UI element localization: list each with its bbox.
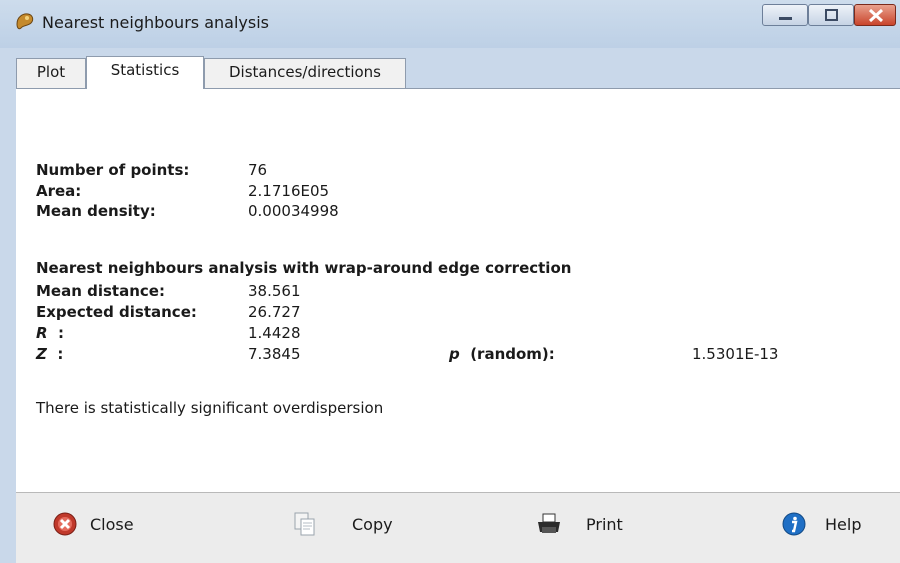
statistics-panel: Number of points: 76 Area: 2.1716E05 Mea… [16,88,900,492]
close-icon [868,8,884,23]
close-x-icon [53,512,77,536]
window-title: Nearest neighbours analysis [42,13,269,32]
print-button-label: Print [586,515,623,534]
copy-icon [294,512,315,536]
stat-label: R : [36,324,64,342]
stat-label: Mean distance: [36,282,165,300]
p-random-value: 1.5301E-13 [692,345,779,363]
tab-label: Plot [36,63,66,81]
tab-label: Statistics [110,61,180,79]
p-suffix: (random): [470,345,555,363]
z-symbol: Z [36,345,47,363]
app-icon [16,13,34,30]
r-symbol: R [36,324,48,342]
maximize-icon [825,9,838,21]
p-symbol: p [449,345,460,363]
stat-value: 2.1716E05 [248,182,330,200]
stat-label: Mean density: [36,202,156,220]
dialog-window: Nearest neighbours analysis Plot Statist… [0,0,900,563]
minimize-icon [779,17,792,20]
title-bar[interactable]: Nearest neighbours analysis [0,0,900,48]
button-bar: Close Copy Print Help [16,492,900,563]
stat-value: 1.4428 [248,324,301,342]
stat-value: 38.561 [248,282,301,300]
section-header: Nearest neighbours analysis with wrap-ar… [36,259,572,277]
help-button-label: Help [825,515,862,534]
conclusion-text: There is statistically significant overd… [36,399,384,417]
stat-label: Z : [36,345,63,363]
stat-value: 7.3845 [248,345,301,363]
p-random-label: p (random): [449,345,555,363]
stat-value: 76 [248,161,268,179]
minimize-button[interactable] [762,4,808,26]
tab-plot[interactable]: Plot [16,58,86,88]
stat-value: 26.727 [248,303,301,321]
tab-label: Distances/directions [228,63,381,81]
window-close-button[interactable] [854,4,896,26]
close-button[interactable]: Close [52,511,172,545]
maximize-button[interactable] [808,4,854,26]
tab-statistics[interactable]: Statistics [86,56,204,89]
z-separator: : [57,345,64,363]
r-separator: : [58,324,65,342]
tab-bar: Plot Statistics Distances/directions [16,48,900,89]
stat-value: 0.00034998 [248,202,339,220]
stat-label: Expected distance: [36,303,197,321]
stat-label: Area: [36,182,82,200]
info-icon [782,512,806,536]
stat-label: Number of points: [36,161,190,179]
printer-icon [538,513,560,533]
copy-button[interactable]: Copy [292,511,412,545]
print-button[interactable]: Print [536,511,656,545]
close-button-label: Close [90,515,134,534]
help-button[interactable]: Help [781,511,900,545]
copy-button-label: Copy [352,515,393,534]
tab-distances-directions[interactable]: Distances/directions [204,58,406,88]
